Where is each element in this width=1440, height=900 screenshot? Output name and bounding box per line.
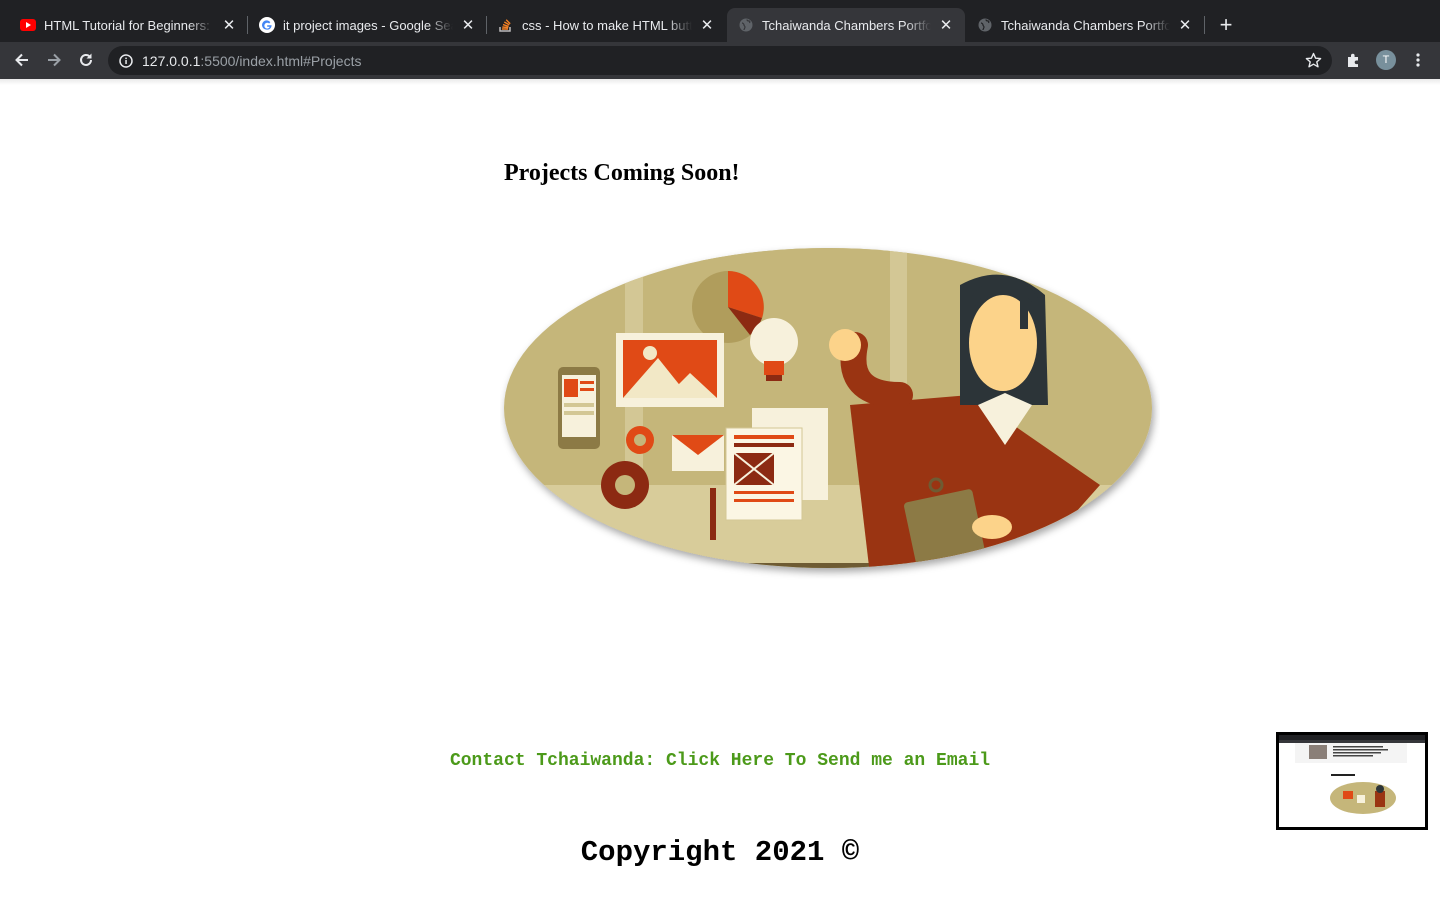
menu-button[interactable] (1404, 46, 1432, 74)
kebab-menu-icon (1416, 53, 1420, 67)
copyright-text: Copyright 2021 © (580, 836, 860, 869)
tab-title: css - How to make HTML button (522, 17, 692, 33)
tab-stackoverflow[interactable]: css - How to make HTML button ✕ (478, 8, 726, 42)
browser-tab-strip: HTML Tutorial for Beginners: HTML Crash … (0, 0, 1440, 42)
tab-youtube[interactable]: HTML Tutorial for Beginners: HTML Crash … (0, 8, 248, 42)
stackoverflow-icon (498, 17, 514, 33)
back-button[interactable] (8, 46, 36, 74)
extensions-button[interactable] (1340, 46, 1368, 74)
tab-google-search[interactable]: it project images - Google Search ✕ (239, 8, 487, 42)
globe-icon (738, 17, 754, 33)
close-icon[interactable]: ✕ (1176, 16, 1194, 34)
close-icon[interactable]: ✕ (698, 16, 716, 34)
bookmark-star-icon[interactable] (1305, 52, 1322, 69)
tab-portfolio[interactable]: Tchaiwanda Chambers Portfolio ✕ (966, 8, 1204, 42)
tab-title: HTML Tutorial for Beginners: HTML Crash … (44, 17, 214, 33)
url-text: 127.0.0.1:5500/index.html#Projects (142, 53, 361, 69)
info-icon[interactable] (119, 53, 133, 68)
address-bar[interactable]: 127.0.0.1:5500/index.html#Projects (108, 46, 1332, 75)
reload-button[interactable] (72, 46, 100, 74)
new-tab-button[interactable]: + (1213, 12, 1239, 38)
close-icon[interactable]: ✕ (459, 16, 477, 34)
projects-illustration (500, 245, 1160, 580)
url-host: 127.0.0.1 (142, 52, 201, 69)
arrow-right-icon (48, 53, 61, 67)
youtube-icon (20, 17, 36, 33)
puzzle-icon (1348, 53, 1358, 67)
page-title: Projects Coming Soon! (504, 160, 740, 186)
profile-button[interactable]: T (1372, 46, 1400, 74)
toolbar-divider (0, 79, 1440, 85)
arrow-left-icon (15, 53, 28, 67)
reload-icon (80, 53, 92, 66)
avatar: T (1376, 50, 1396, 70)
tab-divider (1204, 16, 1205, 34)
google-icon (259, 17, 275, 33)
screenshot-thumbnail-preview[interactable] (1276, 732, 1428, 830)
url-path: :5500/index.html#Projects (200, 52, 362, 69)
tab-title: Tchaiwanda Chambers Portfolio (762, 17, 931, 33)
browser-toolbar: 127.0.0.1:5500/index.html#Projects T (0, 42, 1440, 79)
globe-icon (977, 17, 993, 33)
tab-portfolio-active[interactable]: Tchaiwanda Chambers Portfolio ✕ (727, 8, 965, 42)
close-icon[interactable]: ✕ (937, 16, 955, 34)
tab-title: it project images - Google Search (283, 17, 453, 33)
close-icon[interactable]: ✕ (220, 16, 238, 34)
forward-button[interactable] (40, 46, 68, 74)
contact-email-link[interactable]: Contact Tchaiwanda: Click Here To Send m… (0, 751, 1440, 771)
tab-title: Tchaiwanda Chambers Portfolio (1001, 17, 1170, 33)
